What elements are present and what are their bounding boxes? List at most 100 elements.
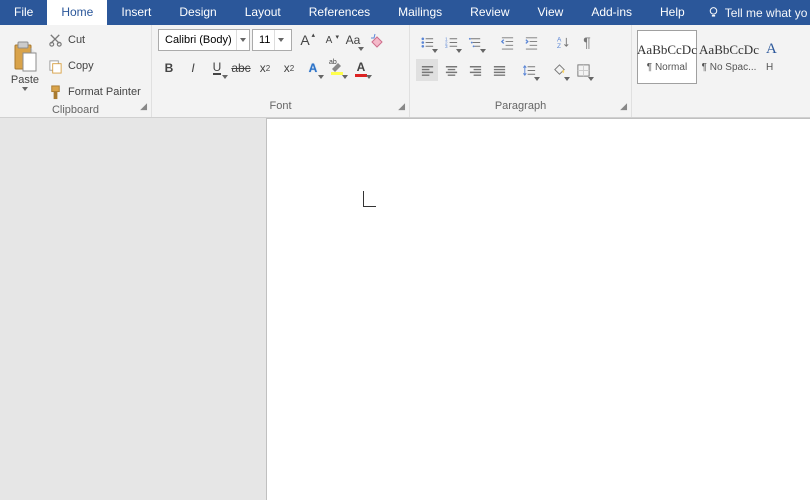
tab-review[interactable]: Review [456, 0, 523, 25]
highlight-glyph: ab [329, 59, 337, 66]
text-effects-glyph: A [309, 61, 318, 75]
tab-addins[interactable]: Add-ins [577, 0, 646, 25]
copy-button[interactable]: Copy [48, 55, 141, 77]
copy-label: Copy [68, 60, 94, 72]
outdent-icon [500, 35, 515, 50]
paste-icon [12, 41, 38, 73]
superscript-button[interactable]: x2 [278, 57, 300, 79]
italic-glyph: I [191, 61, 194, 75]
chevron-down-icon [318, 75, 324, 79]
line-spacing-button[interactable] [518, 59, 540, 81]
svg-text:Z: Z [556, 43, 560, 50]
borders-icon [576, 63, 591, 78]
align-left-button[interactable] [416, 59, 438, 81]
ribbon: Paste Cut Copy Format Painter Clipboard◢ [0, 25, 810, 118]
format-painter-label: Format Painter [68, 86, 141, 98]
text-cursor [363, 191, 376, 207]
shrink-font-glyph: A [326, 35, 333, 46]
decrease-indent-button[interactable] [496, 31, 518, 53]
cut-label: Cut [68, 34, 85, 46]
shading-button[interactable] [548, 59, 570, 81]
align-center-icon [444, 63, 459, 78]
chevron-down-icon [222, 75, 228, 79]
italic-button[interactable]: I [182, 57, 204, 79]
group-font-label: Font [269, 100, 291, 112]
chevron-down-icon [342, 75, 348, 79]
underline-button[interactable]: U [206, 57, 228, 79]
tab-home[interactable]: Home [47, 0, 107, 25]
style-heading[interactable]: A H [761, 30, 783, 84]
tab-help[interactable]: Help [646, 0, 699, 25]
document-page[interactable] [266, 118, 810, 500]
chevron-down-icon [432, 49, 438, 53]
paintbrush-icon [48, 85, 63, 100]
strike-button[interactable]: abc [230, 57, 252, 79]
show-marks-button[interactable]: ¶ [576, 31, 598, 53]
page-gutter [0, 118, 266, 500]
borders-button[interactable] [572, 59, 594, 81]
group-clipboard: Paste Cut Copy Format Painter Clipboard◢ [0, 25, 152, 117]
style-nospacing-name: ¶ No Spac... [702, 62, 757, 73]
strike-glyph: abc [231, 61, 250, 75]
font-name-select[interactable]: Calibri (Body) [158, 29, 250, 51]
font-color-button[interactable]: A [350, 57, 372, 79]
font-color-glyph: A [355, 60, 368, 77]
spacing-icon [522, 63, 537, 78]
tab-layout[interactable]: Layout [231, 0, 295, 25]
chevron-down-icon [358, 47, 364, 51]
tab-file[interactable]: File [0, 0, 47, 25]
chevron-down-icon [456, 49, 462, 53]
text-effects-button[interactable]: A [302, 57, 324, 79]
increase-indent-button[interactable] [520, 31, 542, 53]
chevron-down-icon [366, 75, 372, 79]
sort-button[interactable]: AZ [552, 31, 574, 53]
shrink-font-button[interactable]: A▾ [318, 29, 340, 51]
style-heading-preview: A [766, 41, 777, 58]
launcher-icon[interactable]: ◢ [620, 99, 627, 113]
copy-icon [48, 59, 63, 74]
svg-text:3: 3 [444, 44, 447, 49]
lightbulb-icon [707, 6, 720, 19]
group-styles: AaBbCcDc ¶ Normal AaBbCcDc ¶ No Spac... … [632, 25, 810, 117]
justify-button[interactable] [488, 59, 510, 81]
style-normal[interactable]: AaBbCcDc ¶ Normal [637, 30, 697, 84]
align-center-button[interactable] [440, 59, 462, 81]
tab-insert[interactable]: Insert [107, 0, 165, 25]
highlight-button[interactable]: ab [326, 57, 348, 79]
numbering-button[interactable]: 123 [440, 31, 462, 53]
font-size-select[interactable]: 11 [252, 29, 292, 51]
chevron-down-icon [22, 87, 28, 91]
change-case-glyph: Aa [346, 33, 361, 47]
superscript-num: 2 [290, 64, 294, 73]
bullets-button[interactable] [416, 31, 438, 53]
numbering-icon: 123 [444, 35, 459, 50]
tab-references[interactable]: References [295, 0, 384, 25]
grow-font-button[interactable]: A▴ [294, 29, 316, 51]
launcher-icon[interactable]: ◢ [140, 99, 147, 113]
chevron-down-icon [278, 38, 284, 42]
chevron-down-icon [480, 49, 486, 53]
tell-me-label: Tell me what yo [725, 6, 808, 20]
change-case-button[interactable]: Aa [342, 29, 364, 51]
bold-button[interactable]: B [158, 57, 180, 79]
paste-button[interactable]: Paste [6, 29, 44, 103]
multilevel-button[interactable] [464, 31, 486, 53]
tab-design[interactable]: Design [165, 0, 230, 25]
tab-view[interactable]: View [524, 0, 578, 25]
cut-button[interactable]: Cut [48, 29, 141, 51]
launcher-icon[interactable]: ◢ [398, 99, 405, 113]
clear-formatting-button[interactable] [366, 29, 388, 51]
multilevel-icon [468, 35, 483, 50]
tell-me-search[interactable]: Tell me what yo [707, 0, 808, 25]
paste-label: Paste [11, 74, 39, 86]
align-right-button[interactable] [464, 59, 486, 81]
format-painter-button[interactable]: Format Painter [48, 81, 141, 103]
sort-icon: AZ [556, 35, 571, 50]
underline-glyph: U [213, 62, 222, 75]
eraser-icon [369, 32, 385, 48]
menu-bar: File Home Insert Design Layout Reference… [0, 0, 810, 25]
subscript-button[interactable]: x2 [254, 57, 276, 79]
style-nospacing[interactable]: AaBbCcDc ¶ No Spac... [699, 30, 759, 84]
tab-mailings[interactable]: Mailings [384, 0, 456, 25]
chevron-down-icon [564, 77, 570, 81]
